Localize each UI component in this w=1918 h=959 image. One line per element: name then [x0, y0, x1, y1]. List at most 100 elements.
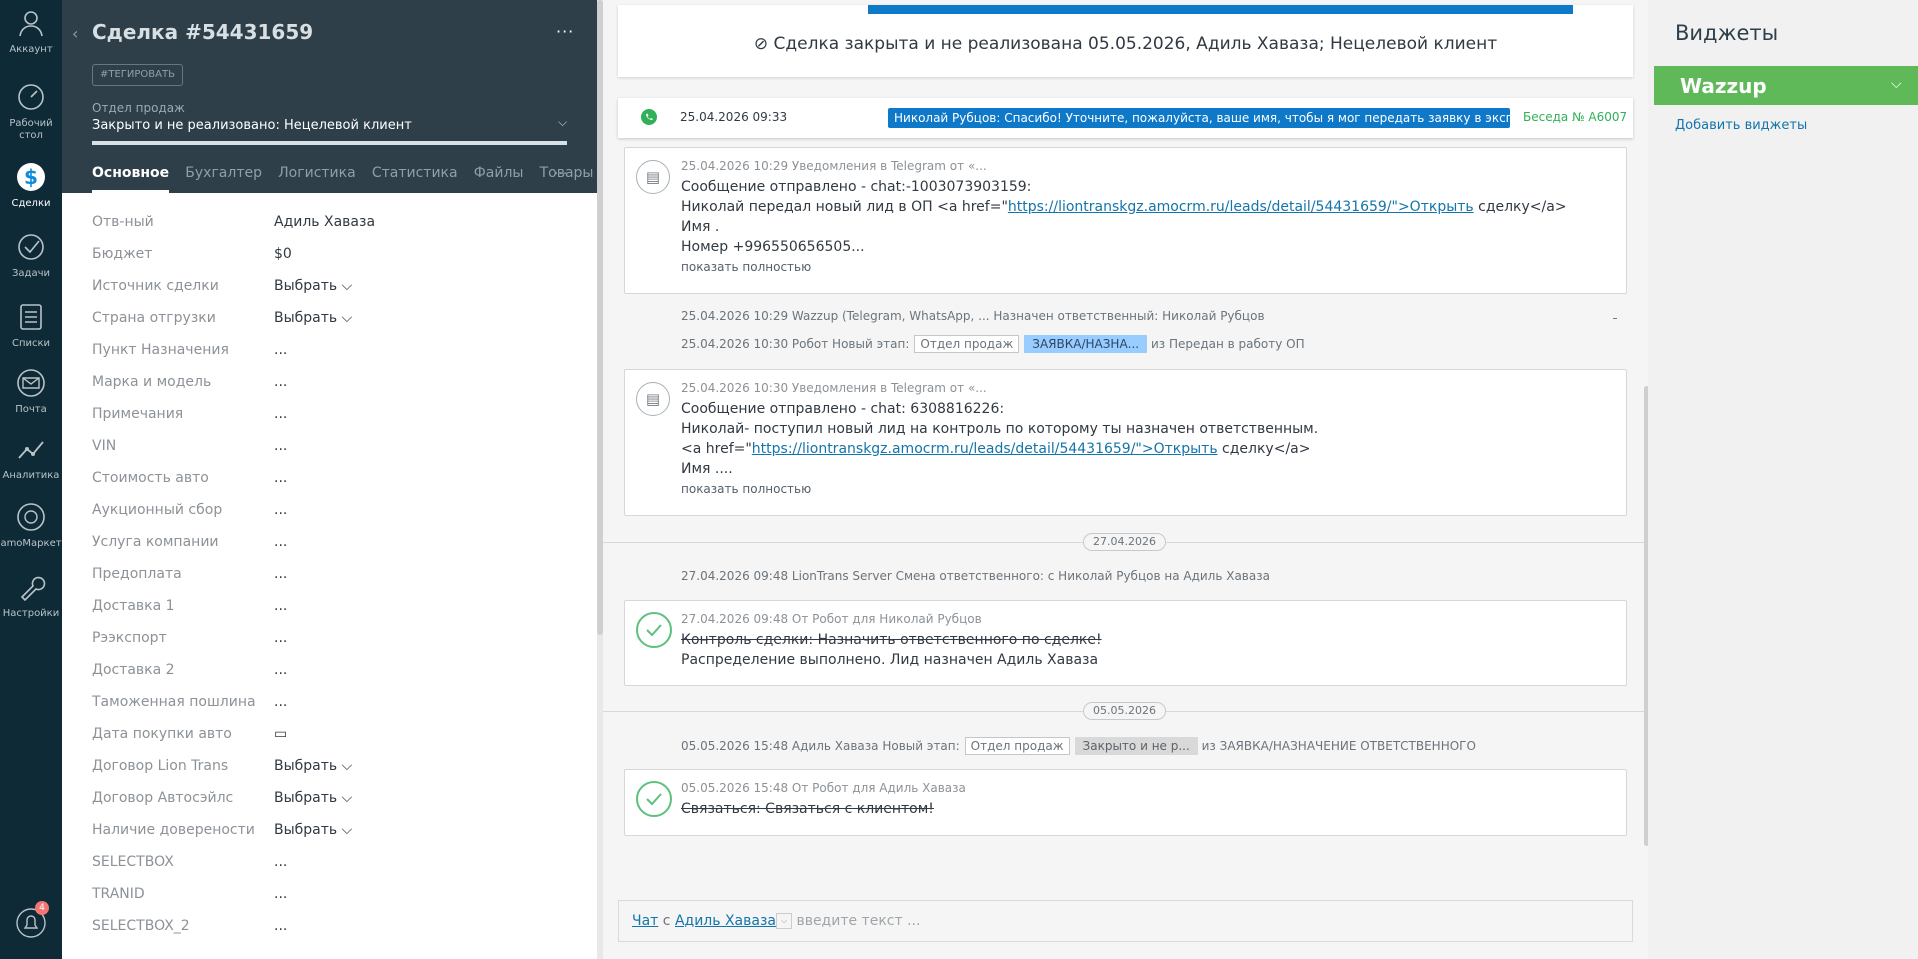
- add-widgets-link[interactable]: Добавить виджеты: [1675, 118, 1807, 133]
- tab-files[interactable]: Файлы: [474, 165, 524, 193]
- chat-with-text: с: [662, 913, 671, 929]
- field-value[interactable]: ...: [274, 598, 287, 614]
- field-value[interactable]: ...: [274, 662, 287, 678]
- chat-type-link[interactable]: Чат: [632, 913, 658, 929]
- field-value[interactable]: ...: [274, 502, 287, 518]
- whatsapp-message[interactable]: Николай Рубцов: Спасибо! Уточните, пожал…: [888, 108, 1510, 128]
- nav-mail[interactable]: Почта: [0, 366, 62, 416]
- gauge-icon: [18, 84, 44, 110]
- mail-icon: [17, 369, 45, 397]
- note-line: <a href="https://liontranskgz.amocrm.ru/…: [681, 439, 1601, 459]
- nav-analytics-label: Аналитика: [2, 470, 60, 481]
- field-value[interactable]: ...: [274, 566, 287, 582]
- tab-main[interactable]: Основное: [92, 165, 170, 193]
- tabs-more-button[interactable]: ···: [554, 166, 567, 182]
- nav-account[interactable]: Аккаунт: [0, 6, 62, 56]
- field-label: Таможенная пошлина: [92, 694, 256, 710]
- nav-tasks[interactable]: Задачи: [0, 230, 62, 280]
- nav-deals[interactable]: $ Сделки: [0, 160, 62, 210]
- field-value[interactable]: Выбрать ⌵: [274, 790, 352, 806]
- field-value[interactable]: Выбрать ⌵: [274, 822, 352, 838]
- field-row: SELECTBOX...: [92, 854, 572, 886]
- telegram-note-2: ▤ 25.04.2026 10:30 Уведомления в Telegra…: [624, 369, 1627, 516]
- lead-link[interactable]: https://liontranskgz.amocrm.ru/leads/det…: [1008, 199, 1474, 215]
- wazzup-widget[interactable]: Wazzup ⌵: [1654, 66, 1918, 105]
- chat-input[interactable]: введите текст ...: [796, 913, 920, 929]
- field-value[interactable]: ...: [274, 374, 287, 390]
- field-value[interactable]: Адиль Хаваза: [274, 214, 375, 230]
- back-arrow-icon[interactable]: ‹: [72, 24, 78, 43]
- chevron-down-icon[interactable]: ⌵: [558, 115, 567, 130]
- field-row: Доставка 2...: [92, 662, 572, 694]
- field-value[interactable]: ...: [274, 438, 287, 454]
- field-row: Наличие довереноcти Выбрать ⌵: [92, 822, 572, 854]
- show-full-link[interactable]: показать полностью: [681, 257, 1601, 277]
- pipeline-badge: Отдел продаж: [964, 737, 1070, 755]
- note-line: Имя .: [681, 219, 720, 235]
- note-body: Сообщение отправлено - chat:-10030739031…: [681, 177, 1601, 277]
- wrench-icon: [20, 576, 46, 602]
- lead-link[interactable]: https://liontranskgz.amocrm.ru/leads/det…: [752, 441, 1218, 457]
- nav-settings-label: Настройки: [2, 608, 60, 619]
- nav-settings[interactable]: Настройки: [0, 570, 62, 620]
- note-body: Сообщение отправлено - chat: 6308816226:…: [681, 399, 1601, 499]
- nav-amomarket[interactable]: amoМаркет: [0, 500, 62, 550]
- date-divider: 05.05.2026: [603, 702, 1648, 720]
- responsible-change-event: 27.04.2026 09:48 LionTrans Server Смена …: [681, 569, 1270, 583]
- field-value[interactable]: ▭: [274, 726, 287, 742]
- field-value[interactable]: ...: [274, 886, 287, 902]
- field-row: Предоплата...: [92, 566, 572, 598]
- tab-logistics[interactable]: Логистика: [278, 165, 356, 193]
- chat-input-bar[interactable]: Чат с Адиль Хаваза ⌵ введите текст ...: [618, 900, 1633, 942]
- field-value[interactable]: ...: [274, 342, 287, 358]
- field-label: VIN: [92, 438, 117, 454]
- chevron-down-icon[interactable]: ⌵: [1891, 76, 1902, 92]
- whatsapp-message-row[interactable]: 25.04.2026 09:33 Николай Рубцов: Спасибо…: [618, 98, 1633, 138]
- field-value[interactable]: ...: [274, 854, 287, 870]
- nav-notifications[interactable]: 4: [0, 901, 62, 944]
- user-icon: [19, 11, 43, 37]
- pipeline-status[interactable]: Закрыто и не реализовано: Нецелевой клие…: [92, 118, 412, 133]
- field-value[interactable]: Выбрать ⌵: [274, 758, 352, 774]
- field-label: Наличие довереноcти: [92, 822, 255, 838]
- field-value[interactable]: ...: [274, 630, 287, 646]
- nav-mail-label: Почта: [15, 404, 47, 415]
- pipeline-badge: Отдел продаж: [914, 335, 1020, 353]
- note-line: Сообщение отправлено - chat: 6308816226:: [681, 401, 1005, 417]
- task-text: Связаться: Связаться с клиентом!: [681, 801, 934, 817]
- widgets-title: Виджеты: [1675, 21, 1779, 45]
- note-text: Николай передал новый лид в ОП <a href=": [681, 199, 1008, 215]
- field-label: Доставка 1: [92, 598, 175, 614]
- deal-title[interactable]: Сделка #54431659: [92, 20, 313, 44]
- field-value[interactable]: Выбрать ⌵: [274, 278, 352, 294]
- tab-statistics[interactable]: Статистика: [372, 165, 458, 193]
- chat-recipient-link[interactable]: Адиль Хаваза: [675, 913, 776, 929]
- field-label: Аукционный сбор: [92, 502, 223, 518]
- field-value[interactable]: $0: [274, 246, 292, 262]
- tag-button[interactable]: #ТЕГИРОВАТЬ: [92, 64, 183, 86]
- note-line: Имя ....: [681, 461, 733, 477]
- nav-lists[interactable]: Списки: [0, 300, 62, 350]
- chevron-down-icon[interactable]: ⌵: [775, 913, 792, 929]
- field-value[interactable]: ...: [274, 918, 287, 934]
- dollar-icon: $: [17, 163, 45, 191]
- field-value[interactable]: Выбрать ⌵: [274, 310, 352, 326]
- card-more-button[interactable]: ···: [556, 22, 574, 41]
- event-text: из Передан в работу ОП: [1150, 337, 1305, 351]
- check-circle-icon: [18, 234, 44, 260]
- field-value[interactable]: ...: [274, 470, 287, 486]
- field-value[interactable]: ...: [274, 694, 287, 710]
- field-label: Стоимость авто: [92, 470, 209, 486]
- conversation-link[interactable]: Беседа № А6007: [1523, 110, 1627, 124]
- field-value[interactable]: ...: [274, 534, 287, 550]
- nav-dashboard[interactable]: Рабочий стол: [0, 80, 62, 142]
- whatsapp-date: 25.04.2026 09:33: [680, 110, 788, 124]
- tab-accounting[interactable]: Бухгалтер: [185, 165, 262, 193]
- show-full-link[interactable]: показать полностью: [681, 479, 1601, 499]
- pipeline-progress-bar: [92, 141, 567, 145]
- field-row: TRANID...: [92, 886, 572, 918]
- nav-analytics[interactable]: Аналитика: [0, 432, 62, 482]
- field-value[interactable]: ...: [274, 406, 287, 422]
- field-row: Рээкспорт...: [92, 630, 572, 662]
- note-line: Сообщение отправлено - chat:-10030739031…: [681, 179, 1032, 195]
